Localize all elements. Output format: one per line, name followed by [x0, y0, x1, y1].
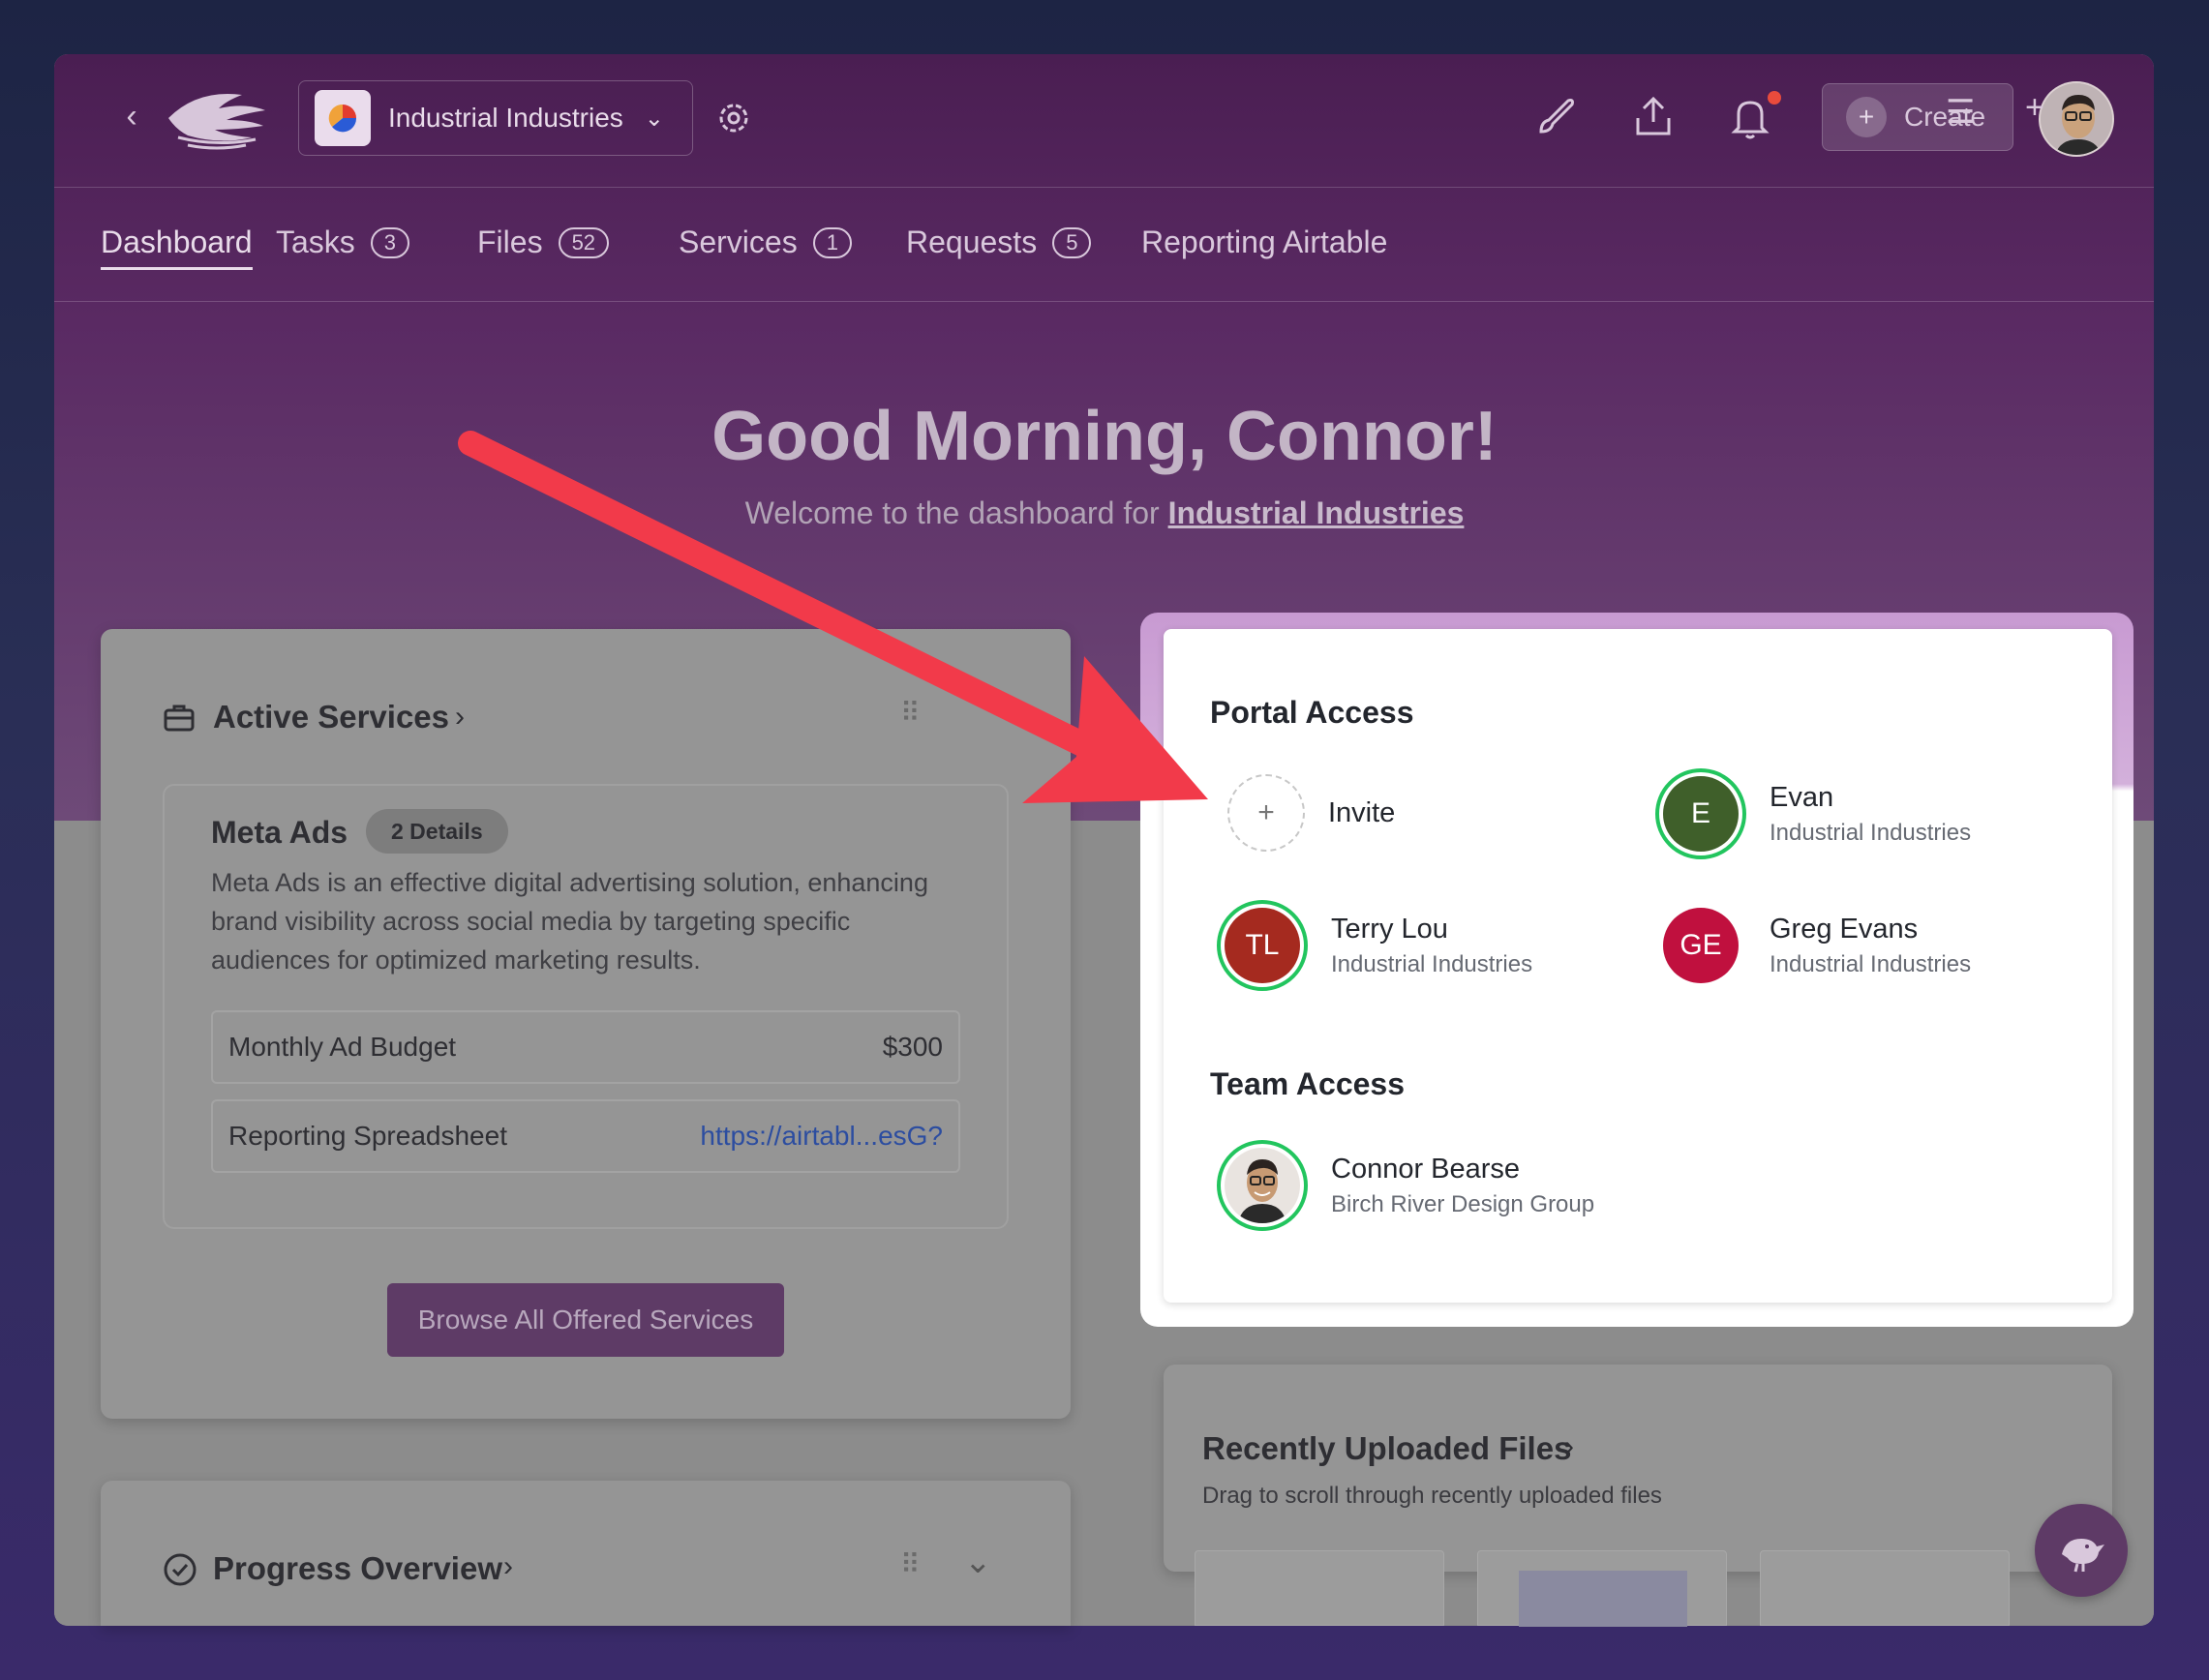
member-item[interactable]: E Evan Industrial Industries — [1655, 768, 1971, 859]
drag-handle-icon[interactable]: ⠿ — [900, 700, 921, 735]
member-org: Industrial Industries — [1770, 950, 1972, 977]
support-bird-button[interactable] — [2035, 1504, 2128, 1597]
service-field: Monthly Ad Budget $300 — [211, 1010, 960, 1084]
add-tab-icon[interactable]: + — [2025, 89, 2044, 127]
drag-handle-icon[interactable]: ⠿ — [900, 1551, 921, 1587]
portal-access-card: Portal Access + Invite E Evan Industrial… — [1164, 629, 2112, 1303]
plus-icon: + — [1846, 97, 1887, 137]
tab-dashboard[interactable]: Dashboard — [101, 225, 253, 270]
recent-files-title[interactable]: Recently Uploaded Files — [1202, 1430, 1571, 1467]
briefcase-icon — [164, 705, 195, 732]
member-item[interactable]: TL Terry Lou Industrial Industries — [1217, 900, 1532, 991]
tab-reporting-airtable[interactable]: Reporting Airtable — [1141, 225, 1387, 260]
service-field: Reporting Spreadsheet https://airtabl...… — [211, 1099, 960, 1173]
chevron-right-icon[interactable]: › — [1564, 1430, 1574, 1463]
welcome-text: Welcome to the dashboard for Industrial … — [744, 495, 1465, 530]
org-link[interactable]: Industrial Industries — [1168, 495, 1465, 530]
avatar: E — [1655, 768, 1746, 859]
details-badge[interactable]: 2 Details — [366, 809, 508, 854]
bird-icon — [2062, 1539, 2104, 1573]
tab-count-badge: 52 — [558, 226, 610, 258]
file-thumbnail[interactable] — [1760, 1550, 2010, 1626]
gear-icon[interactable] — [712, 97, 755, 139]
tab-count-badge: 1 — [812, 226, 852, 258]
avatar: GE — [1655, 900, 1746, 991]
member-name: Greg Evans — [1770, 913, 1919, 945]
invite-label: Invite — [1328, 796, 1396, 828]
tab-files[interactable]: Files 52 — [477, 225, 610, 260]
portal-access-title: Portal Access — [1210, 695, 1414, 730]
spreadsheet-link[interactable]: https://airtabl...esG? — [700, 1121, 943, 1152]
tab-count-badge: 5 — [1052, 226, 1092, 258]
avatar: TL — [1217, 900, 1308, 991]
member-name: Evan — [1770, 781, 1834, 813]
tab-services[interactable]: Services 1 — [679, 225, 852, 260]
greeting-heading: Good Morning, Connor! — [711, 398, 1498, 475]
member-name: Connor Bearse — [1331, 1153, 1521, 1185]
top-bar: ‹ Industrial Industries ⌄ + Create — [54, 54, 2154, 188]
field-label: Monthly Ad Budget — [228, 1032, 457, 1062]
org-logo-icon — [315, 90, 371, 146]
avatar — [1217, 1140, 1308, 1231]
file-thumbnail[interactable] — [1195, 1550, 1444, 1626]
plus-icon: + — [1227, 774, 1305, 852]
member-org: Industrial Industries — [1770, 819, 1972, 846]
menu-icon[interactable]: ☰ — [1946, 93, 1975, 132]
org-switcher[interactable]: Industrial Industries ⌄ — [298, 80, 693, 156]
tab-requests[interactable]: Requests 5 — [906, 225, 1092, 260]
create-button[interactable]: + Create — [1822, 83, 2013, 151]
team-access-title: Team Access — [1210, 1066, 1406, 1101]
tab-bar: Dashboard Tasks 3 Files 52 Services 1 Reque… — [54, 188, 2154, 302]
notification-dot — [1768, 91, 1781, 105]
back-icon[interactable]: ‹ — [112, 97, 151, 135]
member-item[interactable]: GE Greg Evans Industrial Industries — [1655, 900, 1971, 991]
member-item[interactable]: Connor Bearse Birch River Design Group — [1217, 1140, 1594, 1231]
tab-count-badge: 3 — [370, 226, 410, 258]
org-name: Industrial Industries — [388, 103, 623, 133]
progress-overview-title[interactable]: Progress Overview — [213, 1550, 502, 1587]
user-avatar[interactable] — [2039, 81, 2114, 157]
member-org: Industrial Industries — [1331, 950, 1533, 977]
check-circle-icon — [164, 1553, 197, 1586]
upload-icon[interactable] — [1626, 89, 1680, 143]
recent-files-subtitle: Drag to scroll through recently uploaded… — [1202, 1483, 1662, 1509]
tab-tasks[interactable]: Tasks 3 — [276, 225, 410, 260]
field-value: $300 — [882, 1032, 943, 1062]
invite-button[interactable]: + Invite — [1222, 774, 1395, 852]
field-label: Reporting Spreadsheet — [228, 1121, 507, 1151]
chevron-right-icon[interactable]: › — [455, 701, 465, 734]
file-thumbnail[interactable] — [1477, 1550, 1727, 1627]
member-org: Birch River Design Group — [1331, 1190, 1595, 1217]
browse-services-button[interactable]: Browse All Offered Services — [387, 1283, 784, 1357]
paintbrush-icon[interactable] — [1529, 89, 1584, 143]
recent-files-card — [1164, 1365, 2112, 1572]
brand-logo[interactable] — [159, 81, 271, 155]
service-name: Meta Ads — [211, 815, 348, 850]
member-name: Terry Lou — [1331, 913, 1448, 945]
service-description: Meta Ads is an effective digital adverti… — [211, 868, 928, 975]
chevron-down-icon[interactable]: ⌄ — [964, 1543, 992, 1581]
chevron-right-icon[interactable]: › — [503, 1550, 513, 1583]
chevron-down-icon: ⌄ — [644, 105, 664, 132]
active-services-title[interactable]: Active Services — [213, 699, 449, 735]
